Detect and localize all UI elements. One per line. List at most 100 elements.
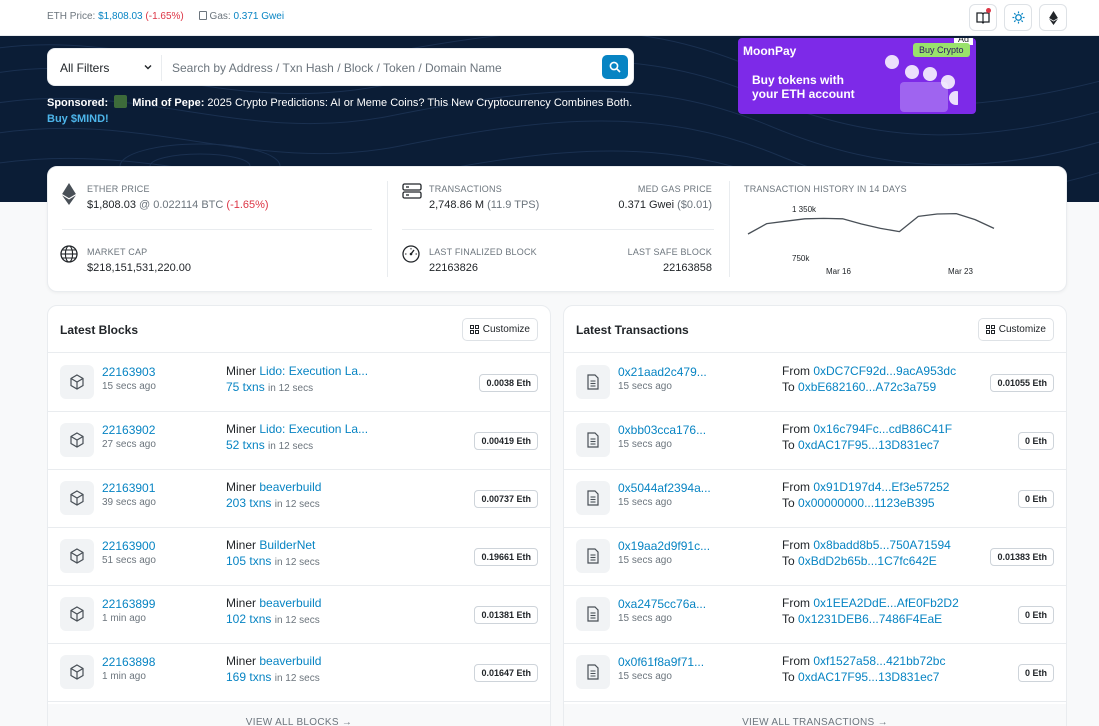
miner-link[interactable]: Lido: Execution La... xyxy=(259,364,368,378)
tx-hash-link[interactable]: 0x21aad2c479... xyxy=(618,365,707,379)
block-age: 27 secs ago xyxy=(102,439,156,450)
gas-price-link[interactable]: 0.371 Gwei xyxy=(618,199,674,211)
ad-text: Buy tokens with your ETH account xyxy=(752,73,855,101)
search-button[interactable] xyxy=(602,55,628,79)
block-txns: 52 txns in 12 secs xyxy=(226,438,313,452)
market-cap-value: $218,151,531,220.00 xyxy=(87,262,191,274)
book-button[interactable] xyxy=(969,4,997,31)
block-number-link[interactable]: 22163903 xyxy=(102,365,155,379)
block-number-link[interactable]: 22163901 xyxy=(102,481,155,495)
card-title: Latest Transactions xyxy=(576,323,689,337)
sponsor-link[interactable]: Buy $MIND! xyxy=(47,113,109,125)
miner-link[interactable]: beaverbuild xyxy=(259,596,321,610)
tx-value-badge: 0 Eth xyxy=(1017,606,1054,624)
gas-price-value: 0.371 Gwei ($0.01) xyxy=(618,199,712,211)
divider xyxy=(62,229,372,230)
block-miner: Miner BuilderNet xyxy=(226,538,315,552)
tx-value-badge: 0 Eth xyxy=(1017,490,1054,508)
from-address-link[interactable]: 0xDC7CF92d...9acA953dc xyxy=(813,364,956,378)
moonpay-ad[interactable]: Ad MoonPay Buy Crypto Buy tokens with yo… xyxy=(738,38,976,114)
from-address-link[interactable]: 0xf1527a58...421bb72bc xyxy=(813,654,945,668)
transactions-link[interactable]: 2,748.86 M xyxy=(429,199,484,211)
cube-icon xyxy=(70,374,84,390)
txns-link[interactable]: 102 txns xyxy=(226,612,271,626)
search-input[interactable] xyxy=(172,58,592,78)
txns-link[interactable]: 75 txns xyxy=(226,380,265,394)
tx-hash-link[interactable]: 0x5044af2394a... xyxy=(618,481,711,495)
from-address-link[interactable]: 0x16c794Fc...cdB86C41F xyxy=(813,422,952,436)
ether-price-link[interactable]: $1,808.03 xyxy=(87,199,136,211)
tx-value-badge: 0 Eth xyxy=(1017,664,1054,682)
to-label: To xyxy=(782,612,795,626)
search-divider xyxy=(161,55,162,81)
ether-price-label: ETHER PRICE xyxy=(87,184,150,194)
view-all-transactions-link[interactable]: VIEW ALL TRANSACTIONS → xyxy=(564,704,1066,726)
customize-label: Customize xyxy=(998,324,1046,335)
gas-link[interactable]: 0.371 Gwei xyxy=(233,11,284,22)
tx-from: From 0x1EEA2DdE...AfE0Fb2D2 xyxy=(782,596,959,610)
transaction-row: 0x21aad2c479... 15 secs ago From 0xDC7CF92… xyxy=(564,354,1066,412)
chevron-down-icon[interactable] xyxy=(143,62,153,72)
txns-link[interactable]: 105 txns xyxy=(226,554,271,568)
from-address-link[interactable]: 0x8badd8b5...750A71594 xyxy=(813,538,950,552)
miner-link[interactable]: BuilderNet xyxy=(259,538,315,552)
to-address-link[interactable]: 0x00000000...1123eB395 xyxy=(798,496,935,510)
txns-link[interactable]: 169 txns xyxy=(226,670,271,684)
block-number-link[interactable]: 22163898 xyxy=(102,655,155,669)
miner-link[interactable]: beaverbuild xyxy=(259,480,321,494)
tx-history-chart[interactable]: 1 350k750kMar 16Mar 23Mar 30 xyxy=(738,197,1048,283)
customize-label: Customize xyxy=(482,324,530,335)
tx-age: 15 secs ago xyxy=(618,555,672,566)
to-address-link[interactable]: 0xdAC17F95...13D831ec7 xyxy=(798,670,939,684)
eth-price-link[interactable]: $1,808.03 xyxy=(98,11,143,22)
tx-to: To 0x1231DEB6...7486F4EaE xyxy=(782,612,942,626)
to-address-link[interactable]: 0xBdD2b65b...1C7fc642E xyxy=(798,554,937,568)
tx-age: 15 secs ago xyxy=(618,439,672,450)
tx-from: From 0xf1527a58...421bb72bc xyxy=(782,654,945,668)
eth-price-label: ETH Price: xyxy=(47,11,96,22)
miner-link[interactable]: beaverbuild xyxy=(259,654,321,668)
block-number-link[interactable]: 22163900 xyxy=(102,539,155,553)
card-header: Latest Transactions Customize xyxy=(564,306,1066,353)
block-reward-badge: 0.19661 Eth xyxy=(474,548,538,566)
server-icon xyxy=(402,183,422,199)
tx-icon-box xyxy=(576,423,610,457)
document-icon xyxy=(587,432,599,448)
tx-icon-box xyxy=(576,655,610,689)
block-number-link[interactable]: 22163902 xyxy=(102,423,155,437)
block-reward-badge: 0.01381 Eth xyxy=(474,606,538,624)
tx-hash-link[interactable]: 0xbb03cca176... xyxy=(618,423,706,437)
miner-label: Miner xyxy=(226,538,257,552)
filter-select[interactable]: All Filters xyxy=(60,61,109,75)
tx-hash-link[interactable]: 0xa2475cc76a... xyxy=(618,597,706,611)
block-time: in 12 secs xyxy=(268,441,314,452)
network-button[interactable] xyxy=(1039,4,1067,31)
tx-hash-link[interactable]: 0x19aa2d9f91c... xyxy=(618,539,710,553)
ad-brand: MoonPay xyxy=(743,44,797,58)
view-all-blocks-link[interactable]: VIEW ALL BLOCKS → xyxy=(48,704,550,726)
to-address-link[interactable]: 0xdAC17F95...13D831ec7 xyxy=(798,438,939,452)
finalized-block-value[interactable]: 22163826 xyxy=(429,262,478,274)
block-icon-box xyxy=(60,539,94,573)
block-number-link[interactable]: 22163899 xyxy=(102,597,155,611)
txns-link[interactable]: 52 txns xyxy=(226,438,265,452)
grid-icon xyxy=(985,325,995,334)
from-address-link[interactable]: 0x1EEA2DdE...AfE0Fb2D2 xyxy=(813,596,958,610)
miner-label: Miner xyxy=(226,480,257,494)
theme-toggle-button[interactable] xyxy=(1004,4,1032,31)
divider xyxy=(729,181,730,277)
tx-hash-link[interactable]: 0x0f61f8a9f71... xyxy=(618,655,704,669)
safe-block-value[interactable]: 22163858 xyxy=(663,262,712,274)
miner-link[interactable]: Lido: Execution La... xyxy=(259,422,368,436)
latest-blocks-card: Latest Blocks Customize 22163903 15 secs … xyxy=(47,305,551,726)
document-icon xyxy=(587,664,599,680)
from-label: From xyxy=(782,596,810,610)
to-address-link[interactable]: 0xbE682160...A72c3a759 xyxy=(798,380,936,394)
from-address-link[interactable]: 0x91D197d4...Ef3e57252 xyxy=(813,480,949,494)
top-bar: ETH Price: $1,808.03 (-1.65%) Gas: 0.371… xyxy=(0,0,1099,36)
txns-link[interactable]: 203 txns xyxy=(226,496,271,510)
to-address-link[interactable]: 0x1231DEB6...7486F4EaE xyxy=(798,612,942,626)
tx-value-badge: 0 Eth xyxy=(1017,432,1054,450)
customize-button[interactable]: Customize xyxy=(461,318,538,341)
customize-button[interactable]: Customize xyxy=(977,318,1054,341)
